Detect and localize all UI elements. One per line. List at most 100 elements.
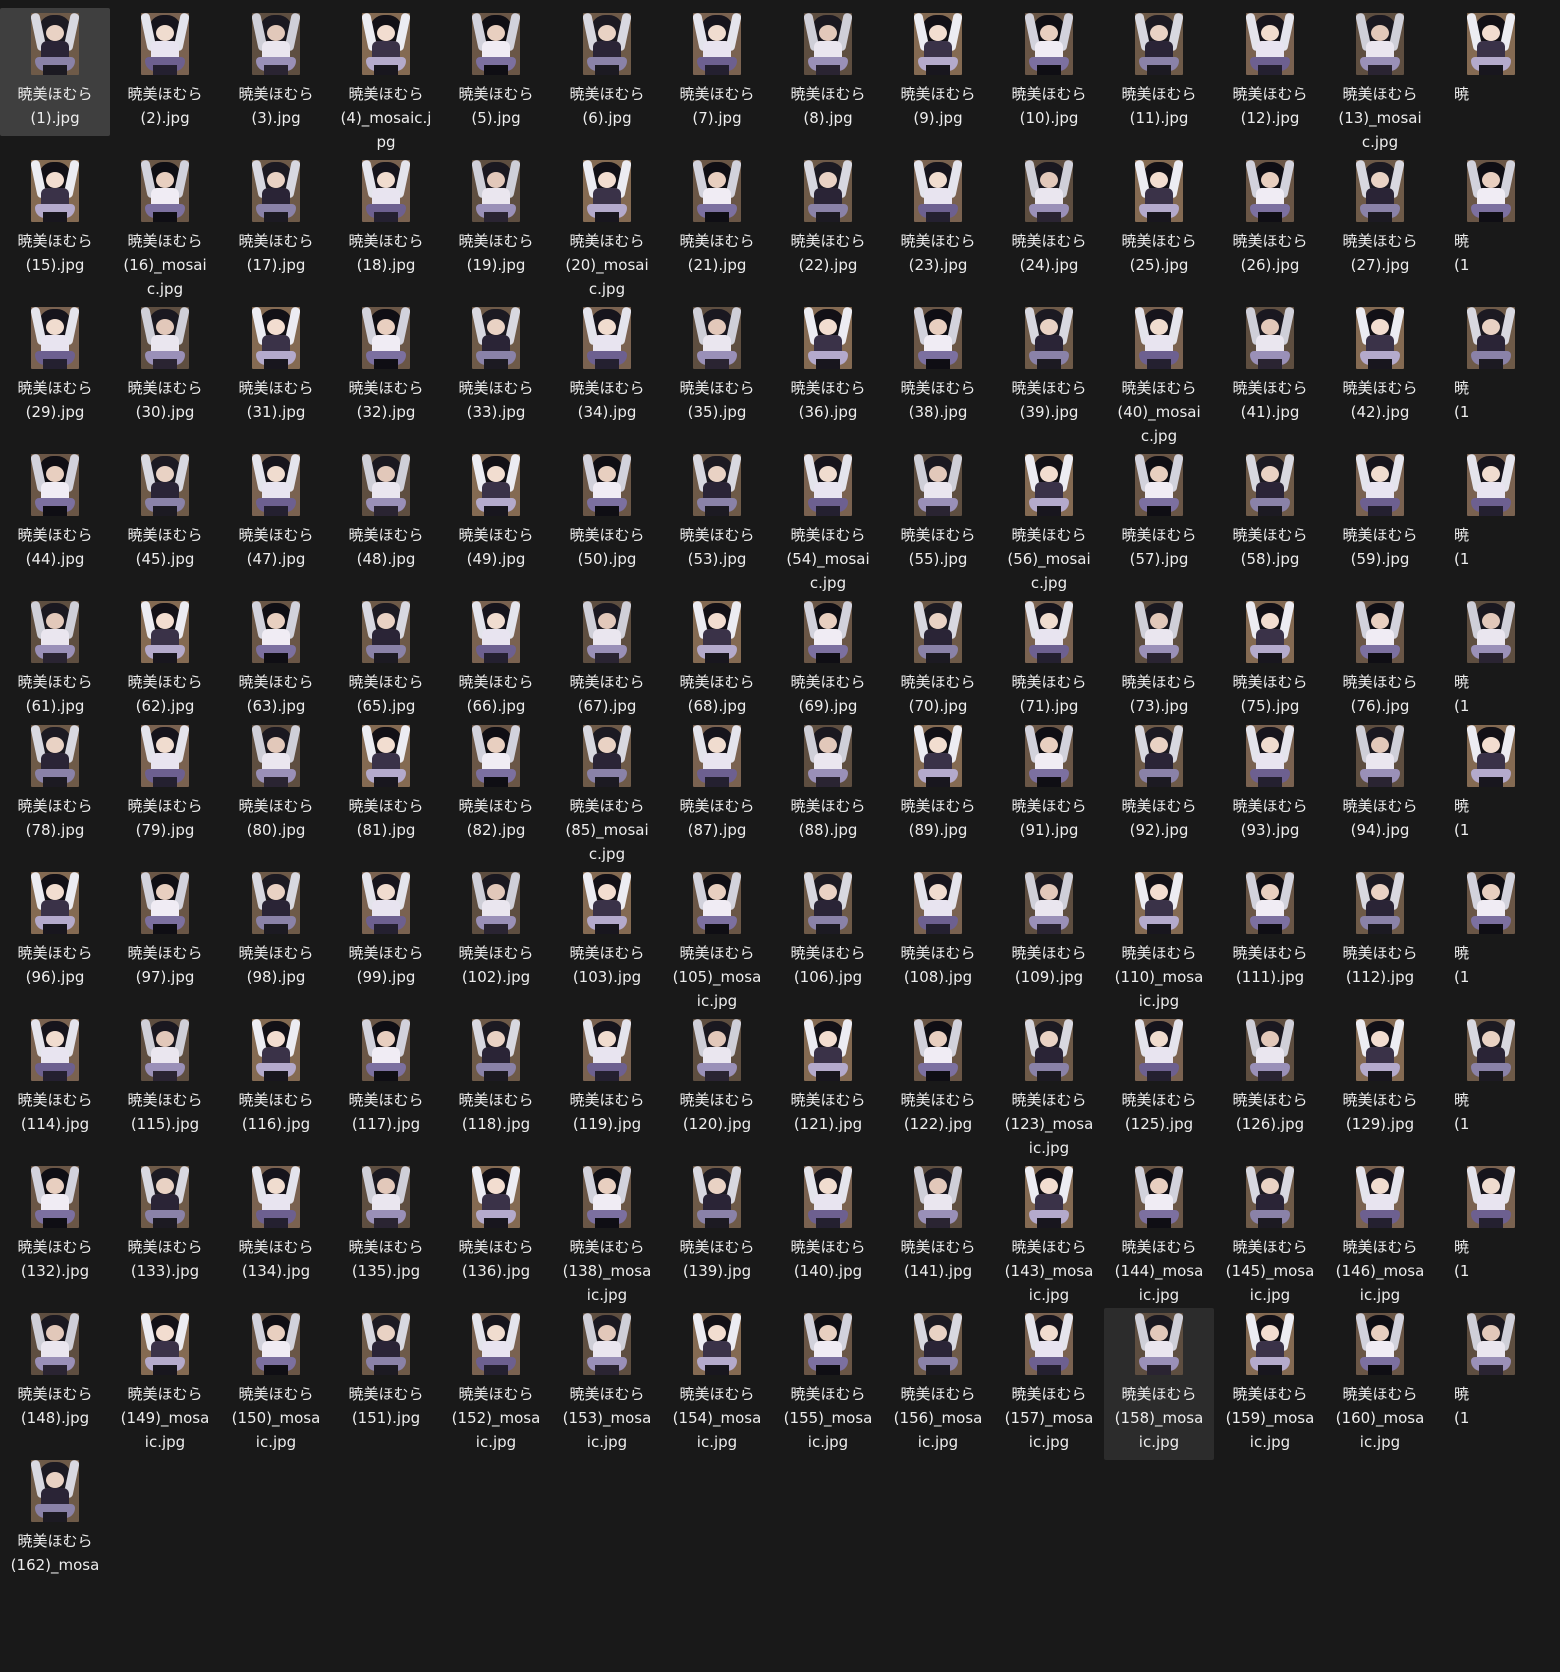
file-item[interactable]: 暁美ほむら (4)_mosaic.j pg bbox=[331, 8, 441, 160]
file-item[interactable]: 暁美ほむら (149)_mosa ic.jpg bbox=[110, 1308, 220, 1460]
file-item[interactable]: 暁美ほむら (145)_mosa ic.jpg bbox=[1215, 1161, 1325, 1313]
file-item[interactable]: 暁美ほむら (5).jpg bbox=[441, 8, 551, 136]
file-item[interactable]: 暁美ほむら (133).jpg bbox=[110, 1161, 220, 1289]
file-item[interactable]: 暁美ほむら (49).jpg bbox=[441, 449, 551, 577]
file-item[interactable]: 暁美ほむら (138)_mosa ic.jpg bbox=[552, 1161, 662, 1313]
file-item[interactable]: 暁美ほむら (82).jpg bbox=[441, 720, 551, 848]
file-item[interactable]: 暁美ほむら (34).jpg bbox=[552, 302, 662, 430]
file-item-partial[interactable]: 暁 bbox=[1436, 8, 1546, 138]
file-item[interactable]: 暁美ほむら (48).jpg bbox=[331, 449, 441, 577]
file-item[interactable]: 暁美ほむら (121).jpg bbox=[773, 1014, 883, 1142]
file-item-partial[interactable]: 暁 (1 bbox=[1436, 449, 1546, 579]
file-item[interactable]: 暁美ほむら (150)_mosa ic.jpg bbox=[221, 1308, 331, 1460]
file-item-partial[interactable]: 暁 (1 bbox=[1436, 302, 1546, 432]
file-item[interactable]: 暁美ほむら (71).jpg bbox=[994, 596, 1104, 724]
file-item[interactable]: 暁美ほむら (32).jpg bbox=[331, 302, 441, 430]
file-item[interactable]: 暁美ほむら (119).jpg bbox=[552, 1014, 662, 1142]
file-item[interactable]: 暁美ほむら (78).jpg bbox=[0, 720, 110, 848]
file-item[interactable]: 暁美ほむら (116).jpg bbox=[221, 1014, 331, 1142]
file-item[interactable]: 暁美ほむら (25).jpg bbox=[1104, 155, 1214, 283]
file-item[interactable]: 暁美ほむら (89).jpg bbox=[883, 720, 993, 848]
file-item[interactable]: 暁美ほむら (55).jpg bbox=[883, 449, 993, 577]
file-item[interactable]: 暁美ほむら (67).jpg bbox=[552, 596, 662, 724]
file-item[interactable]: 暁美ほむら (63).jpg bbox=[221, 596, 331, 724]
file-item[interactable]: 暁美ほむら (30).jpg bbox=[110, 302, 220, 430]
file-item[interactable]: 暁美ほむら (123)_mosa ic.jpg bbox=[994, 1014, 1104, 1166]
file-item[interactable]: 暁美ほむら (109).jpg bbox=[994, 867, 1104, 995]
file-item[interactable]: 暁美ほむら (21).jpg bbox=[662, 155, 772, 283]
file-item[interactable]: 暁美ほむら (158)_mosa ic.jpg bbox=[1104, 1308, 1214, 1460]
file-item[interactable]: 暁美ほむら (20)_mosai c.jpg bbox=[552, 155, 662, 307]
file-item[interactable]: 暁美ほむら (152)_mosa ic.jpg bbox=[441, 1308, 551, 1460]
file-item[interactable]: 暁美ほむら (139).jpg bbox=[662, 1161, 772, 1289]
file-item[interactable]: 暁美ほむら (58).jpg bbox=[1215, 449, 1325, 577]
file-item[interactable]: 暁美ほむら (115).jpg bbox=[110, 1014, 220, 1142]
file-item[interactable]: 暁美ほむら (65).jpg bbox=[331, 596, 441, 724]
file-item[interactable]: 暁美ほむら (42).jpg bbox=[1325, 302, 1435, 430]
file-item[interactable]: 暁美ほむら (75).jpg bbox=[1215, 596, 1325, 724]
file-item[interactable]: 暁美ほむら (81).jpg bbox=[331, 720, 441, 848]
file-item[interactable]: 暁美ほむら (80).jpg bbox=[221, 720, 331, 848]
file-item[interactable]: 暁美ほむら (26).jpg bbox=[1215, 155, 1325, 283]
file-item[interactable]: 暁美ほむら (85)_mosai c.jpg bbox=[552, 720, 662, 872]
file-item[interactable]: 暁美ほむら (134).jpg bbox=[221, 1161, 331, 1289]
file-item[interactable]: 暁美ほむら (16)_mosai c.jpg bbox=[110, 155, 220, 307]
file-item[interactable]: 暁美ほむら (154)_mosa ic.jpg bbox=[662, 1308, 772, 1460]
file-item[interactable]: 暁美ほむら (102).jpg bbox=[441, 867, 551, 995]
file-item[interactable]: 暁美ほむら (29).jpg bbox=[0, 302, 110, 430]
file-item[interactable]: 暁美ほむら (144)_mosa ic.jpg bbox=[1104, 1161, 1214, 1313]
file-item[interactable]: 暁美ほむら (88).jpg bbox=[773, 720, 883, 848]
file-item[interactable]: 暁美ほむら (143)_mosa ic.jpg bbox=[994, 1161, 1104, 1313]
file-item[interactable]: 暁美ほむら (141).jpg bbox=[883, 1161, 993, 1289]
file-item[interactable]: 暁美ほむら (118).jpg bbox=[441, 1014, 551, 1142]
file-item[interactable]: 暁美ほむら (56)_mosai c.jpg bbox=[994, 449, 1104, 601]
file-item[interactable]: 暁美ほむら (7).jpg bbox=[662, 8, 772, 136]
file-item[interactable]: 暁美ほむら (157)_mosa ic.jpg bbox=[994, 1308, 1104, 1460]
file-item[interactable]: 暁美ほむら (19).jpg bbox=[441, 155, 551, 283]
file-item[interactable]: 暁美ほむら (159)_mosa ic.jpg bbox=[1215, 1308, 1325, 1460]
file-item[interactable]: 暁美ほむら (151).jpg bbox=[331, 1308, 441, 1436]
file-item[interactable]: 暁美ほむら (27).jpg bbox=[1325, 155, 1435, 283]
file-item[interactable]: 暁美ほむら (94).jpg bbox=[1325, 720, 1435, 848]
file-item[interactable]: 暁美ほむら (93).jpg bbox=[1215, 720, 1325, 848]
file-item[interactable]: 暁美ほむら (36).jpg bbox=[773, 302, 883, 430]
file-item-partial[interactable]: 暁 (1 bbox=[1436, 596, 1546, 726]
file-item[interactable]: 暁美ほむら (105)_mosa ic.jpg bbox=[662, 867, 772, 1019]
file-item[interactable]: 暁美ほむら (155)_mosa ic.jpg bbox=[773, 1308, 883, 1460]
file-item[interactable]: 暁美ほむら (38).jpg bbox=[883, 302, 993, 430]
file-item[interactable]: 暁美ほむら (9).jpg bbox=[883, 8, 993, 136]
file-item[interactable]: 暁美ほむら (140).jpg bbox=[773, 1161, 883, 1289]
file-item[interactable]: 暁美ほむら (62).jpg bbox=[110, 596, 220, 724]
file-item[interactable]: 暁美ほむら (117).jpg bbox=[331, 1014, 441, 1142]
file-item[interactable]: 暁美ほむら (70).jpg bbox=[883, 596, 993, 724]
file-item[interactable]: 暁美ほむら (61).jpg bbox=[0, 596, 110, 724]
file-item[interactable]: 暁美ほむら (40)_mosai c.jpg bbox=[1104, 302, 1214, 454]
file-item[interactable]: 暁美ほむら (13)_mosai c.jpg bbox=[1325, 8, 1435, 160]
file-item[interactable]: 暁美ほむら (23).jpg bbox=[883, 155, 993, 283]
file-item[interactable]: 暁美ほむら (12).jpg bbox=[1215, 8, 1325, 136]
file-item[interactable]: 暁美ほむら (112).jpg bbox=[1325, 867, 1435, 995]
file-item[interactable]: 暁美ほむら (114).jpg bbox=[0, 1014, 110, 1142]
file-item[interactable]: 暁美ほむら (54)_mosai c.jpg bbox=[773, 449, 883, 601]
file-item[interactable]: 暁美ほむら (91).jpg bbox=[994, 720, 1104, 848]
file-item[interactable]: 暁美ほむら (57).jpg bbox=[1104, 449, 1214, 577]
file-item[interactable]: 暁美ほむら (125).jpg bbox=[1104, 1014, 1214, 1142]
file-item[interactable]: 暁美ほむら (44).jpg bbox=[0, 449, 110, 577]
file-item[interactable]: 暁美ほむら (135).jpg bbox=[331, 1161, 441, 1289]
file-item[interactable]: 暁美ほむら (146)_mosa ic.jpg bbox=[1325, 1161, 1435, 1313]
file-item[interactable]: 暁美ほむら (1).jpg bbox=[0, 8, 110, 136]
file-item[interactable]: 暁美ほむら (160)_mosa ic.jpg bbox=[1325, 1308, 1435, 1460]
file-item[interactable]: 暁美ほむら (108).jpg bbox=[883, 867, 993, 995]
file-item[interactable]: 暁美ほむら (148).jpg bbox=[0, 1308, 110, 1436]
file-item[interactable]: 暁美ほむら (15).jpg bbox=[0, 155, 110, 283]
file-item[interactable]: 暁美ほむら (98).jpg bbox=[221, 867, 331, 995]
file-item[interactable]: 暁美ほむら (24).jpg bbox=[994, 155, 1104, 283]
file-item[interactable]: 暁美ほむら (97).jpg bbox=[110, 867, 220, 995]
file-item[interactable]: 暁美ほむら (31).jpg bbox=[221, 302, 331, 430]
file-item[interactable]: 暁美ほむら (22).jpg bbox=[773, 155, 883, 283]
file-item[interactable]: 暁美ほむら (18).jpg bbox=[331, 155, 441, 283]
file-item[interactable]: 暁美ほむら (33).jpg bbox=[441, 302, 551, 430]
file-item[interactable]: 暁美ほむら (73).jpg bbox=[1104, 596, 1214, 724]
file-item[interactable]: 暁美ほむら (106).jpg bbox=[773, 867, 883, 995]
file-item-partial[interactable]: 暁 (1 bbox=[1436, 720, 1546, 850]
